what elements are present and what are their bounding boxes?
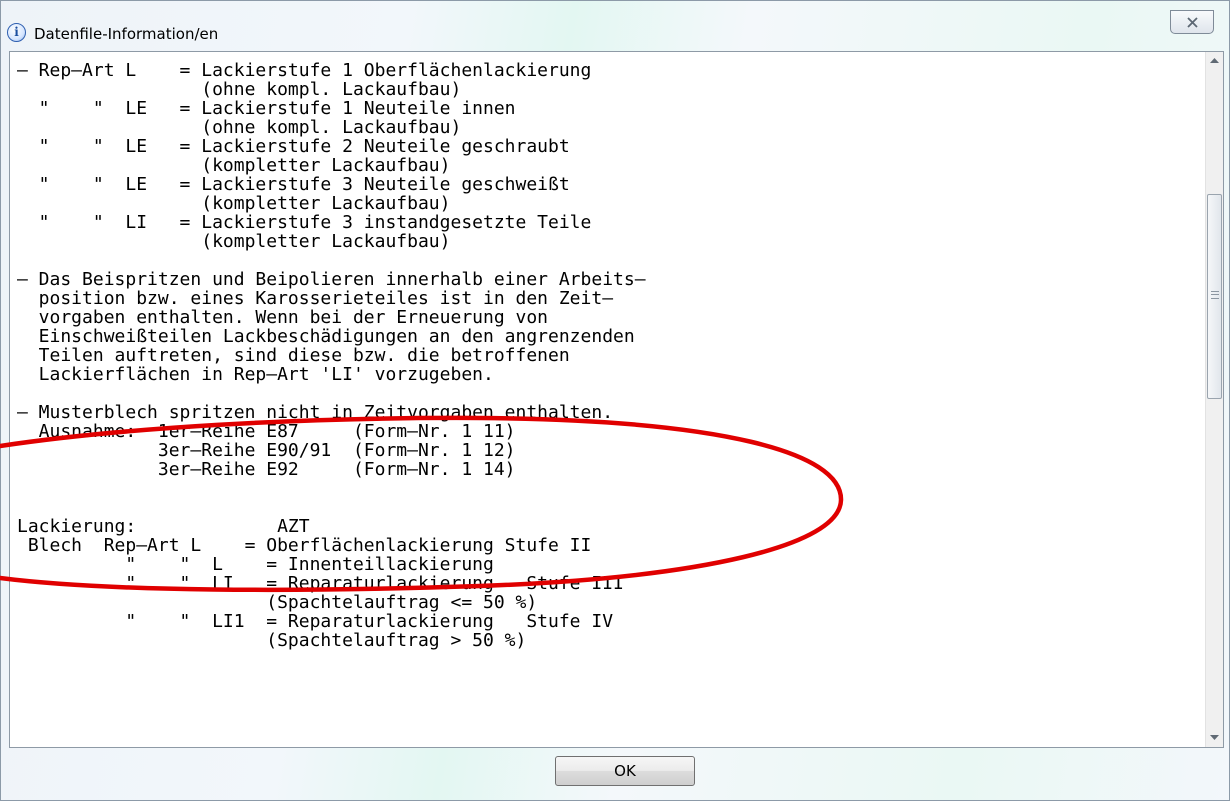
text-line: [17, 498, 1205, 517]
scroll-thumb[interactable]: [1207, 194, 1222, 399]
window-title: Datenfile-Information/en: [34, 25, 219, 43]
text-line: " " LE = Lackierstufe 3 Neuteile geschwe…: [17, 174, 570, 195]
text-line: Teilen auftreten, sind diese bzw. die be…: [17, 345, 570, 366]
text-line: (Spachtelauftrag <= 50 %): [17, 592, 538, 613]
arrow-up-icon: [1210, 58, 1219, 63]
info-text-area: – Rep–Art L = Lackierstufe 1 Oberflächen…: [10, 52, 1205, 747]
text-line: (ohne kompl. Lackaufbau): [17, 79, 462, 100]
dialog-window: i Datenfile-Information/en – Rep–Art L =…: [0, 0, 1230, 801]
text-line: " " LI = Reparaturlackierung Stufe III: [17, 573, 624, 594]
title-bar[interactable]: i Datenfile-Information/en: [1, 9, 1229, 51]
text-line: (kompletter Lackaufbau): [17, 193, 451, 214]
text-line: [17, 384, 1205, 403]
text-line: Ausnahme: 1er–Reihe E87 (Form–Nr. 1 11): [17, 421, 516, 442]
text-line: – Rep–Art L = Lackierstufe 1 Oberflächen…: [17, 60, 592, 81]
text-line: [17, 479, 1205, 498]
text-line: (Spachtelauftrag > 50 %): [17, 630, 527, 651]
text-line: – Das Beispritzen und Beipolieren innerh…: [17, 269, 646, 290]
text-line: Lackierung: AZT: [17, 516, 310, 537]
text-line: " " LE = Lackierstufe 2 Neuteile geschra…: [17, 136, 570, 157]
info-text: – Rep–Art L = Lackierstufe 1 Oberflächen…: [10, 52, 1205, 650]
text-line: " " LI = Lackierstufe 3 instandgesetzte …: [17, 212, 592, 233]
text-line: 3er–Reihe E90/91 (Form–Nr. 1 12): [17, 440, 516, 461]
text-line: " " L = Innenteillackierung: [17, 554, 494, 575]
info-icon: i: [7, 23, 26, 42]
text-line: " " LE = Lackierstufe 1 Neuteile innen: [17, 98, 516, 119]
text-line: Blech Rep–Art L = Oberflächenlackierung …: [17, 535, 592, 556]
text-line: vorgaben enthalten. Wenn bei der Erneuer…: [17, 307, 549, 328]
text-line: Lackierflächen in Rep–Art 'LI' vorzugebe…: [17, 364, 494, 385]
text-line: position bzw. eines Karosserieteiles ist…: [17, 288, 614, 309]
scroll-up-button[interactable]: [1206, 52, 1223, 70]
text-line: – Musterblech spritzen nicht in Zeitvorg…: [17, 402, 614, 423]
text-line: " " LI1 = Reparaturlackierung Stufe IV: [17, 611, 614, 632]
text-line: (kompletter Lackaufbau): [17, 155, 451, 176]
text-line: (kompletter Lackaufbau): [17, 231, 451, 252]
button-bar: OK: [1, 748, 1229, 801]
text-line: 3er–Reihe E92 (Form–Nr. 1 14): [17, 459, 516, 480]
close-icon: [1187, 17, 1198, 28]
scroll-down-button[interactable]: [1206, 729, 1223, 747]
grip-icon: [1211, 291, 1219, 299]
text-line: [17, 251, 1205, 270]
ok-button[interactable]: OK: [555, 756, 695, 786]
text-line: (ohne kompl. Lackaufbau): [17, 117, 462, 138]
close-button[interactable]: [1170, 10, 1214, 34]
info-text-box[interactable]: – Rep–Art L = Lackierstufe 1 Oberflächen…: [9, 51, 1224, 748]
text-line: Einschweißteilen Lackbeschädigungen an d…: [17, 326, 635, 347]
vertical-scrollbar[interactable]: [1205, 52, 1223, 747]
arrow-down-icon: [1210, 735, 1219, 740]
